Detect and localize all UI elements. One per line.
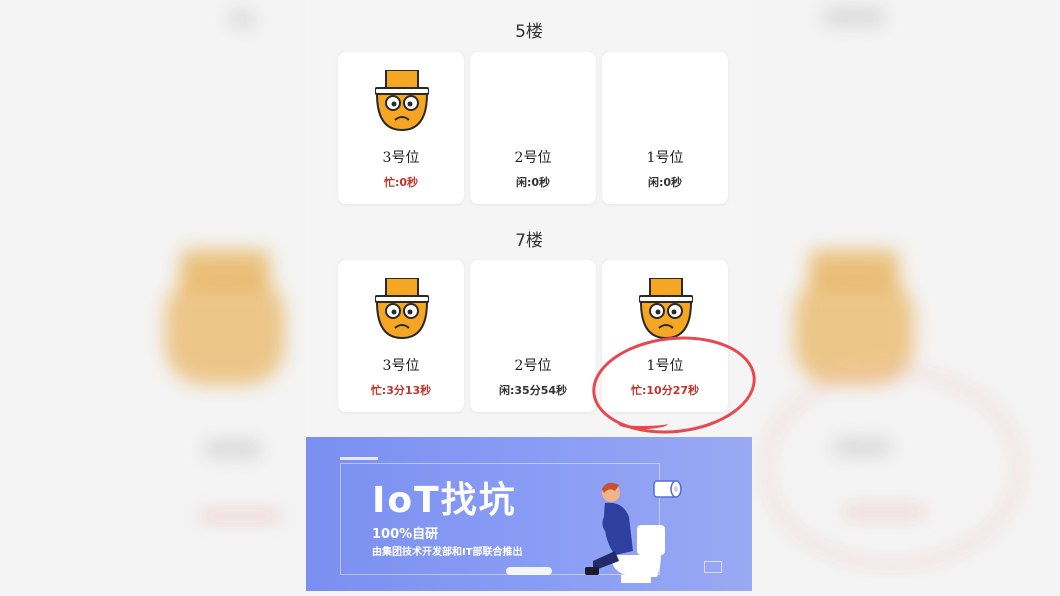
slot-status: 闲:0秒 <box>515 176 551 189</box>
slot-card[interactable]: 3号位 忙:0秒 <box>338 52 464 204</box>
blurred-backdrop-right <box>754 0 1060 596</box>
slot-card[interactable]: 2号位 闲:0秒 <box>470 52 596 204</box>
slot-label: 3号位 <box>382 150 420 166</box>
slot-label: 1号位 <box>646 150 684 166</box>
slot-label: 2号位 <box>514 150 552 166</box>
promo-banner[interactable]: IoT找坑 100%自研 由集团技术开发部和IT部联合推出 <box>306 437 752 591</box>
floor-title: 7楼 <box>515 231 543 251</box>
slot-status: 忙:0秒 <box>383 176 419 189</box>
slot-status: 闲:35分54秒 <box>498 384 567 397</box>
slot-status: 闲:0秒 <box>647 176 683 189</box>
annotation-circle-tail <box>618 418 668 429</box>
slot-label: 2号位 <box>514 358 552 374</box>
banner-title: IoT找坑 <box>372 480 517 521</box>
toilet-face-icon <box>639 278 693 340</box>
main-column: 5楼 3号位 忙:0秒 2号位 闲:0秒 1号位 闲:0秒 7楼 3号位 忙:3… <box>306 0 761 596</box>
banner-subtitle: 100%自研 <box>372 527 439 542</box>
toilet-face-icon <box>375 70 429 132</box>
slot-card[interactable]: 2号位 闲:35分54秒 <box>470 260 596 412</box>
toilet-face-icon <box>375 278 429 340</box>
cloud-decor <box>506 567 552 575</box>
slot-card[interactable]: 1号位 闲:0秒 <box>602 52 728 204</box>
blurred-backdrop-left <box>0 0 306 596</box>
banner-decor-box <box>704 561 722 573</box>
banner-decor-line <box>340 457 378 460</box>
slot-label: 3号位 <box>382 358 420 374</box>
slot-status: 忙:3分13秒 <box>370 384 432 397</box>
person-on-toilet-illustration <box>585 482 665 583</box>
floor-title: 5楼 <box>515 22 543 42</box>
slot-card[interactable]: 3号位 忙:3分13秒 <box>338 260 464 412</box>
banner-description: 由集团技术开发部和IT部联合推出 <box>372 547 523 558</box>
